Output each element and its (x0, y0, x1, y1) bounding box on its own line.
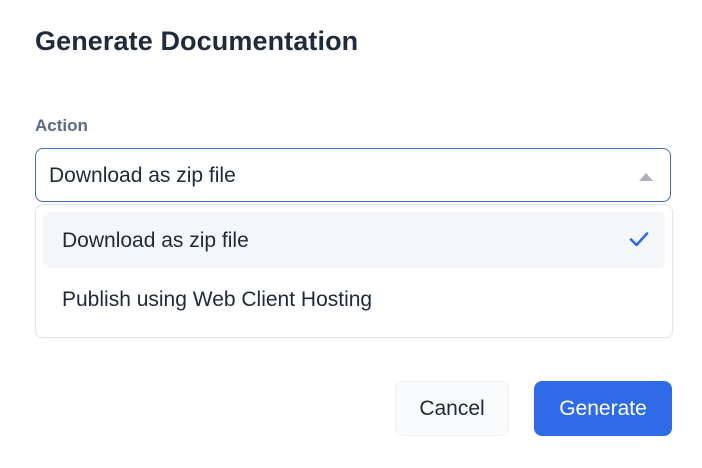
action-select-value: Download as zip file (49, 164, 236, 187)
option-label: Download as zip file (62, 229, 249, 252)
option-download-zip[interactable]: Download as zip file (43, 212, 665, 268)
option-label: Publish using Web Client Hosting (62, 288, 373, 311)
option-publish-web-client-hosting[interactable]: Publish using Web Client Hosting (43, 271, 665, 327)
caret-up-icon (639, 173, 653, 181)
action-dropdown-menu: Download as zip file Publish using Web C… (35, 204, 673, 338)
generate-button[interactable]: Generate (534, 381, 672, 436)
cancel-button[interactable]: Cancel (395, 381, 509, 436)
dialog-title: Generate Documentation (35, 26, 359, 56)
action-select[interactable]: Download as zip file (35, 148, 671, 202)
checkmark-icon (629, 232, 649, 247)
generate-documentation-dialog: Generate Documentation Action Download a… (0, 0, 702, 468)
action-field-label: Action (35, 116, 88, 135)
